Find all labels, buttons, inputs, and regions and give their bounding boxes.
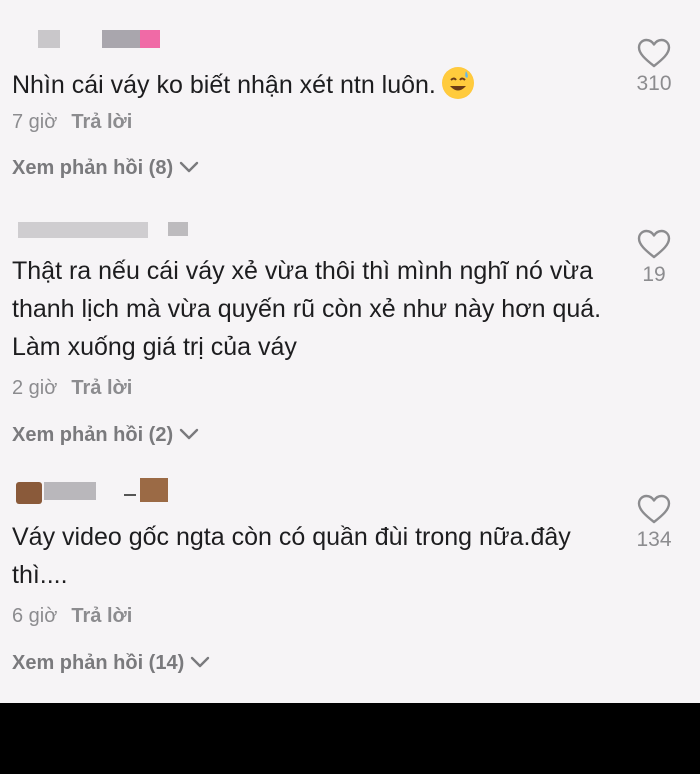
comment-time: 2 giờ (12, 377, 58, 399)
reply-button[interactable]: Trả lời (71, 377, 132, 399)
heart-outline-icon (637, 38, 671, 68)
view-replies-button[interactable]: Xem phản hồi (14) (12, 652, 210, 675)
view-replies-label: Xem phản hồi (8) (12, 157, 174, 179)
comment-time: 6 giờ (12, 605, 58, 627)
like-button[interactable]: 134 (618, 494, 690, 552)
comment-text: Váy video gốc ngta còn có quần đùi trong… (12, 523, 571, 589)
view-replies-label: Xem phản hồi (2) (12, 424, 174, 446)
sweat-smile-emoji-icon (441, 67, 474, 99)
view-replies-button[interactable]: Xem phản hồi (8) (12, 157, 199, 180)
heart-outline-icon (637, 494, 671, 524)
view-replies-button[interactable]: Xem phản hồi (2) (12, 424, 199, 447)
bottom-black-bar (0, 703, 700, 774)
like-count: 19 (642, 263, 666, 286)
username-redacted[interactable] (38, 30, 178, 48)
reply-button[interactable]: Trả lời (71, 111, 132, 133)
chevron-down-icon (190, 652, 210, 675)
comment-meta: 2 giờ Trả lời (12, 377, 132, 400)
chevron-down-icon (179, 424, 199, 447)
comment-text: Thật ra nếu cái váy xẻ vừa thôi thì mình… (12, 257, 602, 361)
like-button[interactable]: 19 (618, 229, 690, 287)
reply-button[interactable]: Trả lời (71, 605, 132, 627)
username-redacted[interactable] (16, 478, 176, 504)
comment-meta: 6 giờ Trả lời (12, 605, 132, 628)
heart-outline-icon (637, 229, 671, 259)
username-redacted[interactable] (18, 222, 188, 240)
like-button[interactable]: 310 (618, 38, 690, 96)
like-count: 134 (636, 528, 672, 551)
chevron-down-icon (179, 157, 199, 180)
comments-panel: Nhìn cái váy ko biết nhận xét ntn luôn. … (0, 0, 700, 703)
comment-text: Nhìn cái váy ko biết nhận xét ntn luôn. (12, 66, 607, 104)
comment-time: 7 giờ (12, 111, 58, 133)
comment-meta: 7 giờ Trả lời (12, 111, 132, 134)
like-count: 310 (636, 72, 672, 95)
view-replies-label: Xem phản hồi (14) (12, 652, 185, 674)
